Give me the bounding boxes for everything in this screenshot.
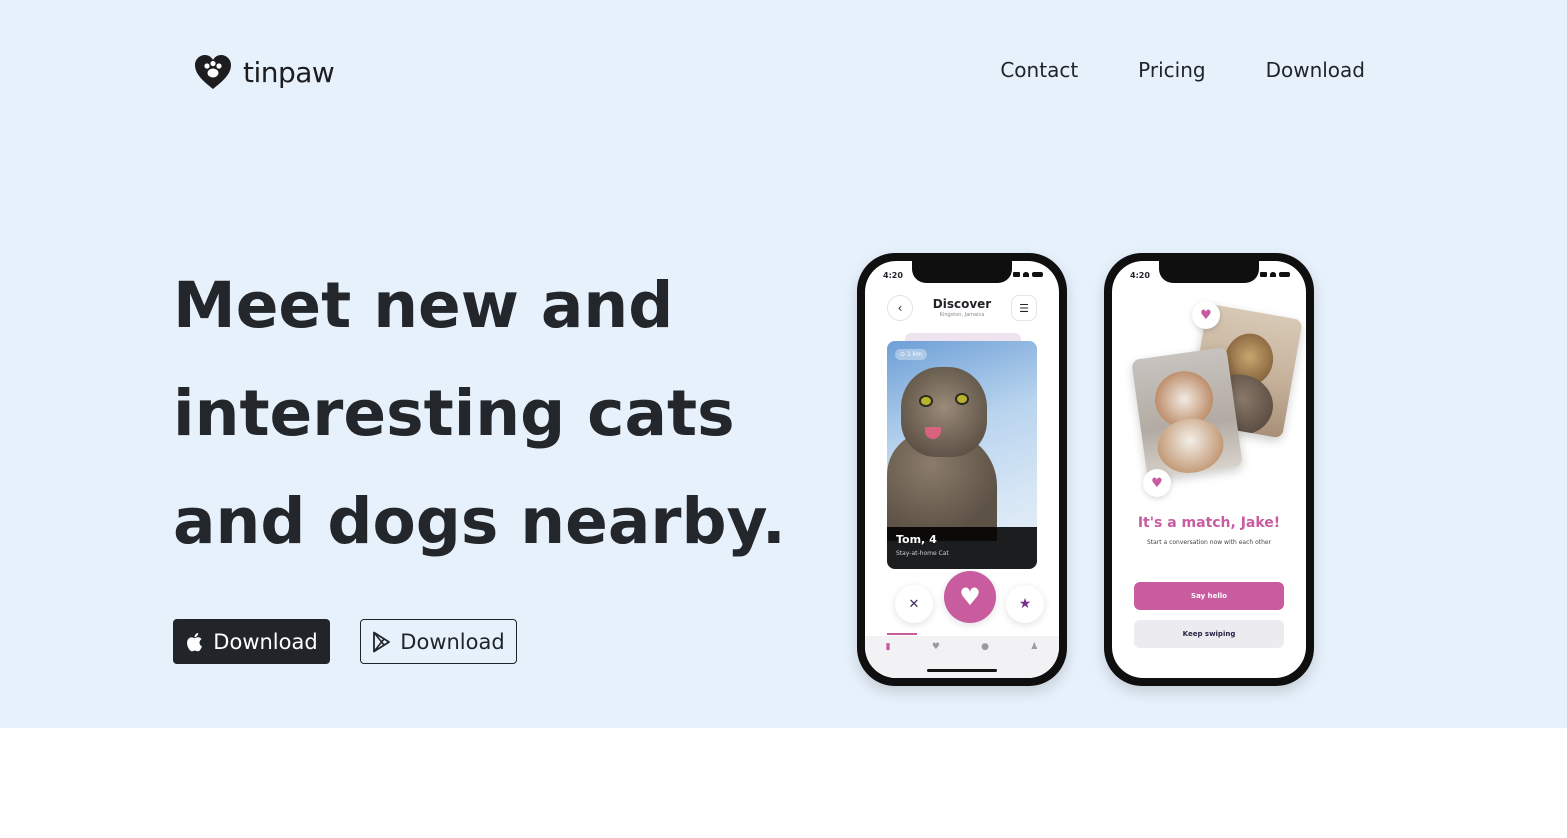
tab-active-indicator: [887, 633, 917, 635]
pet-description: Stay-at-home Cat: [896, 550, 949, 557]
phone-notch: [912, 261, 1012, 283]
nav-download[interactable]: Download: [1266, 58, 1365, 82]
like-heart-icon[interactable]: ♥: [944, 571, 996, 623]
chat-bubble-icon[interactable]: ●: [981, 642, 989, 678]
filter-sliders-icon[interactable]: ☰: [1011, 295, 1037, 321]
pet-profile-card[interactable]: ⊙ 1 km Tom, 4 Stay-at-home Cat: [887, 341, 1037, 569]
headline-line-3: and dogs nearby.: [173, 485, 786, 558]
status-time: 4:20: [1130, 271, 1150, 280]
superlike-star-icon[interactable]: ★: [1006, 585, 1044, 623]
main-nav: Contact Pricing Download: [1000, 58, 1365, 82]
google-play-download-button[interactable]: Download: [360, 619, 517, 664]
nav-pricing[interactable]: Pricing: [1138, 58, 1205, 82]
say-hello-button[interactable]: Say hello: [1134, 582, 1284, 610]
distance-badge: ⊙ 1 km: [895, 349, 927, 360]
google-play-download-label: Download: [400, 629, 505, 654]
hero-section: tinpaw Contact Pricing Download Meet new…: [0, 0, 1567, 728]
nav-contact[interactable]: Contact: [1000, 58, 1078, 82]
brand-name: tinpaw: [243, 55, 335, 89]
discover-screen: 4:20 ‹ Discover Kingston, Jamaica ☰ ⊙ 1 …: [865, 261, 1059, 678]
location-pin-icon: ⊙: [900, 351, 906, 358]
headline-line-1: Meet new and: [173, 269, 674, 342]
match-screen: 4:20 ♥ ♥ It's a match, Jake! Start a con…: [1112, 261, 1306, 678]
heart-badge-icon: ♥: [1192, 301, 1220, 329]
shihtzu-body: [1154, 414, 1228, 478]
app-store-download-button[interactable]: Download: [173, 619, 330, 664]
hero-headline: Meet new and interesting cats and dogs n…: [173, 252, 813, 576]
status-time: 4:20: [883, 271, 903, 280]
status-icons: [1260, 272, 1290, 277]
dislike-x-icon[interactable]: ✕: [895, 585, 933, 623]
phone-notch: [1159, 261, 1259, 283]
home-indicator: [927, 669, 997, 672]
match-photo-shihtzu: [1131, 346, 1243, 480]
matches-heart-icon[interactable]: ♥: [932, 642, 940, 678]
phone-mockup-match: 4:20 ♥ ♥ It's a match, Jake! Start a con…: [1104, 253, 1314, 686]
heart-badge-icon: ♥: [1143, 469, 1171, 497]
distance-label: 1 km: [906, 351, 922, 358]
headline-line-2: interesting cats: [173, 377, 735, 450]
cat-eye-right: [955, 393, 969, 405]
pet-info-overlay: Tom, 4 Stay-at-home Cat: [887, 527, 1037, 569]
google-play-icon: [373, 631, 391, 652]
status-icons: [1013, 272, 1043, 277]
brand-logo[interactable]: tinpaw: [193, 52, 335, 92]
pet-name: Tom, 4: [896, 533, 937, 546]
cat-head: [901, 367, 987, 457]
app-store-download-label: Download: [213, 629, 318, 654]
keep-swiping-button[interactable]: Keep swiping: [1134, 620, 1284, 648]
cards-icon[interactable]: ▮: [886, 642, 891, 678]
cat-eye-left: [919, 395, 933, 407]
match-title: It's a match, Jake!: [1137, 515, 1281, 531]
profile-person-icon[interactable]: ♟: [1030, 642, 1038, 678]
paw-heart-icon: [195, 55, 231, 89]
match-subtitle: Start a conversation now with each other: [1146, 539, 1272, 546]
phone-mockup-discover: 4:20 ‹ Discover Kingston, Jamaica ☰ ⊙ 1 …: [857, 253, 1067, 686]
apple-icon: [187, 632, 203, 651]
